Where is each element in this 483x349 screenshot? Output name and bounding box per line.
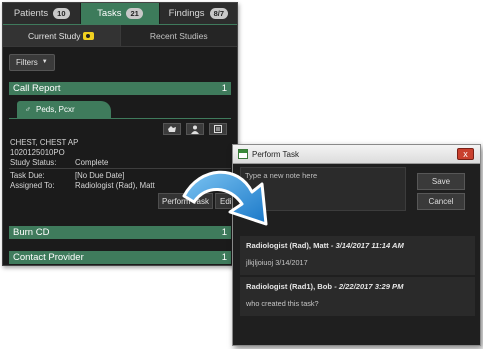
patient-tab[interactable]: ♂ Peds, Pcxr [17,101,111,118]
section-call-report[interactable]: Call Report 1 [9,82,231,95]
close-button[interactable]: x [457,148,474,160]
subtab-label: Current Study [28,30,81,41]
save-button[interactable]: Save [417,173,465,190]
comment-date: 3/14/2017 11:14 AM [335,241,404,250]
comment-text: who created this task? [246,299,319,308]
section-contact-provider[interactable]: Contact Provider 1 [9,251,231,264]
filters-row: Filters ▼ [3,47,237,77]
patient-divider [9,118,231,119]
tab-patients[interactable]: Patients 10 [3,3,82,24]
comment-list: Radiologist (Rad), Matt - 3/14/2017 11:1… [240,236,475,318]
assigned-row: Assigned To: Radiologist (Rad), Matt [10,181,155,190]
subtab-current-study[interactable]: Current Study [3,25,121,46]
tab-findings[interactable]: Findings 8/7 [160,3,237,24]
caret-down-icon: ▼ [41,59,48,65]
tab-tasks[interactable]: Tasks 21 [81,3,160,24]
study-status-value: Complete [75,158,109,167]
curved-arrow-icon [182,170,268,226]
subtab-label: Recent Studies [149,30,208,41]
worklist-tabs: Patients 10 Tasks 21 Findings 8/7 [3,3,237,25]
male-icon: ♂ [25,105,31,114]
count-badge: 10 [53,8,70,19]
count-badge: 21 [126,8,143,19]
accession-number: 1020125010PO [10,148,65,157]
comment-date: 2/22/2017 3:29 PM [338,282,404,291]
section-title: Burn CD [13,227,50,238]
comment-text: jlkjljoiuoj 3/14/2017 [246,258,308,267]
user-icon[interactable] [186,123,204,135]
study-subtabs: Current Study Recent Studies [3,25,237,47]
study-description: CHEST, CHEST AP [10,138,79,147]
study-actions [163,123,227,135]
close-icon: x [463,148,468,159]
section-title: Call Report [13,83,61,94]
patient-name: Peds, Pcxr [36,105,75,114]
list-item: Radiologist (Rad), Matt - 3/14/2017 11:1… [240,236,475,275]
thumbs-up-icon[interactable] [163,123,181,135]
comment-header: Radiologist (Rad1), Bob - 2/22/2017 3:29… [246,282,404,291]
tab-label: Patients [13,8,49,19]
section-count: 1 [221,83,227,94]
task-due-row: Task Due: [No Due Date] [10,171,124,180]
camera-icon [83,31,95,40]
assigned-label: Assigned To: [10,181,55,190]
subtab-recent-studies[interactable]: Recent Studies [121,25,238,46]
filters-button[interactable]: Filters ▼ [9,53,55,71]
tab-label: Tasks [97,8,122,19]
cancel-button[interactable]: Cancel [417,193,465,210]
comment-author: Radiologist (Rad), Matt [246,241,329,250]
section-count: 1 [221,252,227,263]
tab-label: Findings [168,8,205,19]
dialog-title: Perform Task [252,149,299,159]
task-due-value: [No Due Date] [75,171,125,180]
report-icon[interactable] [209,123,227,135]
list-item: Radiologist (Rad1), Bob - 2/22/2017 3:29… [240,277,475,316]
count-badge: 8/7 [209,8,228,19]
study-status-label: Study Status: [10,158,57,167]
assigned-value: Radiologist (Rad), Matt [75,181,155,190]
section-title: Contact Provider [13,252,84,263]
study-status-row: Study Status: Complete [10,158,108,167]
task-icon [238,149,248,159]
comment-header: Radiologist (Rad), Matt - 3/14/2017 11:1… [246,241,404,250]
comment-author: Radiologist (Rad1), Bob [246,282,333,291]
filters-label: Filters [16,57,38,67]
task-due-label: Task Due: [10,171,45,180]
